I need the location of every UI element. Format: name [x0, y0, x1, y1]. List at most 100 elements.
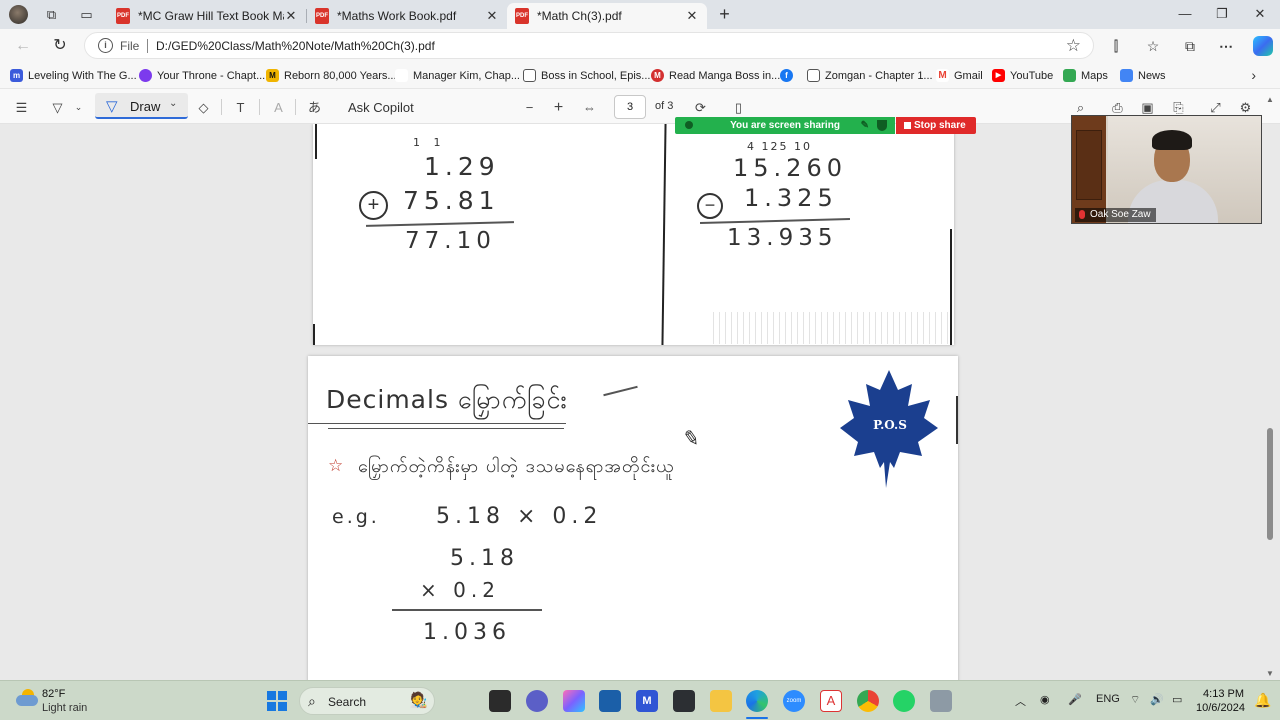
- favorite-item[interactable]: ▶ YouTube: [992, 68, 1053, 83]
- pin-icon[interactable]: ✎: [861, 117, 869, 134]
- favorite-item[interactable]: m Leveling With The G...: [10, 68, 137, 83]
- zoom-in-icon[interactable]: +: [550, 99, 567, 116]
- favorite-item[interactable]: Boss in School, Epis...: [523, 68, 650, 83]
- tab-math-ch3[interactable]: PDF *Math Ch(3).pdf ✕: [507, 3, 707, 29]
- favorite-item[interactable]: Zomgan - Chapter 1...: [807, 68, 933, 83]
- info-icon[interactable]: i: [98, 38, 113, 53]
- work-top: 5.18: [450, 546, 519, 571]
- favorite-item[interactable]: Manager Kim, Chap...: [395, 68, 520, 83]
- task-view-icon[interactable]: [489, 690, 511, 712]
- notification-bell-icon[interactable]: 🔔: [1254, 692, 1271, 709]
- red-m-icon: M: [651, 69, 664, 82]
- profile-avatar[interactable]: [9, 5, 28, 24]
- teams-icon[interactable]: [526, 690, 548, 712]
- favorite-star-icon[interactable]: ☆: [1066, 36, 1081, 56]
- close-icon[interactable]: ✕: [485, 8, 499, 24]
- translate-icon[interactable]: あ: [306, 99, 323, 116]
- scroll-down-icon[interactable]: ▼: [1266, 669, 1274, 678]
- page-number-input[interactable]: 3: [614, 95, 646, 119]
- fullscreen-icon[interactable]: ⤢: [1207, 99, 1224, 116]
- volume-icon[interactable]: 🔊: [1150, 693, 1164, 706]
- close-icon[interactable]: ✕: [284, 8, 298, 24]
- stop-share-button[interactable]: Stop share: [896, 117, 976, 134]
- app-icon[interactable]: [930, 690, 952, 712]
- address-bar[interactable]: i File D:/GED%20Class/Math%20Note/Math%2…: [84, 32, 1094, 59]
- print-icon[interactable]: ⎙: [1109, 99, 1126, 116]
- battery-icon[interactable]: ▭: [1172, 693, 1182, 706]
- zoom-out-icon[interactable]: −: [521, 99, 538, 116]
- tab-actions-icon[interactable]: ▭: [78, 6, 95, 23]
- chevron-down-icon[interactable]: ⌄: [70, 99, 87, 116]
- tray-overflow-icon[interactable]: ︿: [1015, 693, 1026, 709]
- minuend: 15.260: [733, 154, 847, 182]
- new-tab-icon[interactable]: +: [716, 5, 733, 23]
- read-aloud-icon[interactable]: A: [270, 99, 287, 116]
- favorite-item[interactable]: Your Throne - Chapt...: [139, 68, 265, 83]
- chevron-down-icon[interactable]: ⌄: [169, 98, 177, 109]
- acrobat-icon[interactable]: A: [820, 690, 842, 712]
- tab-label: *Maths Work Book.pdf: [337, 9, 457, 23]
- restore-icon[interactable]: ❐: [1207, 5, 1237, 23]
- vertical-scrollbar[interactable]: ▲ ▼: [1264, 92, 1276, 680]
- text-box-icon[interactable]: T: [232, 99, 249, 116]
- back-icon[interactable]: ←: [13, 36, 33, 56]
- start-windows-icon[interactable]: [267, 691, 287, 711]
- highlight-icon[interactable]: ▽: [49, 99, 66, 116]
- tab-maths-work-book[interactable]: PDF *Maths Work Book.pdf ✕: [307, 3, 507, 29]
- app-icon[interactable]: M: [636, 690, 658, 712]
- copilot-icon[interactable]: [1253, 36, 1273, 56]
- favorite-item[interactable]: M Reborn 80,000 Years...: [266, 68, 397, 83]
- close-icon[interactable]: ✕: [685, 8, 699, 24]
- rotate-icon[interactable]: ⟳: [692, 99, 709, 116]
- wifi-icon[interactable]: ⌔: [1130, 693, 1140, 707]
- page-view-icon[interactable]: ▯: [730, 99, 747, 116]
- more-options-icon[interactable]: ⋯: [1216, 36, 1236, 56]
- favorite-item[interactable]: M Gmail: [936, 68, 983, 83]
- favorite-item[interactable]: Maps: [1063, 68, 1108, 83]
- work-bottom: × 0.2: [420, 578, 500, 602]
- participant-video[interactable]: Oak Soe Zaw: [1071, 115, 1262, 224]
- whatsapp-icon[interactable]: [893, 690, 915, 712]
- search-icon[interactable]: ⌕: [1072, 99, 1089, 116]
- taskbar-search[interactable]: ⌕ Search 🧑‍🎨: [299, 687, 435, 715]
- scroll-up-icon[interactable]: ▲: [1266, 95, 1274, 104]
- chevron-right-icon[interactable]: ›: [1251, 67, 1256, 83]
- pen-icon: ▽: [106, 98, 118, 115]
- favorite-item[interactable]: News: [1120, 68, 1166, 83]
- window-close-icon[interactable]: ✕: [1245, 5, 1275, 23]
- favorite-item[interactable]: M Read Manga Boss in...: [651, 68, 780, 83]
- tab-mcgraw-hill[interactable]: PDF *MC Graw Hill Text Book Math.pd ✕: [108, 3, 306, 29]
- store-icon[interactable]: [599, 690, 621, 712]
- scroll-thumb[interactable]: [1267, 428, 1273, 540]
- microphone-icon[interactable]: 🎤: [1068, 693, 1082, 706]
- minimize-icon[interactable]: —: [1170, 5, 1200, 23]
- border-line: [956, 396, 958, 444]
- security-icon[interactable]: ◉: [1040, 693, 1050, 706]
- url-text[interactable]: D:/GED%20Class/Math%20Note/Math%20Ch(3).…: [156, 39, 435, 53]
- language-indicator[interactable]: ENG: [1096, 693, 1120, 705]
- save-icon[interactable]: ▣: [1139, 99, 1156, 116]
- ask-copilot-button[interactable]: Ask Copilot: [348, 100, 414, 115]
- settings-gear-icon[interactable]: ⚙: [1237, 99, 1254, 116]
- ink-stroke: [603, 385, 638, 397]
- app-cube-icon[interactable]: [673, 690, 695, 712]
- contents-icon[interactable]: ☰: [13, 99, 30, 116]
- favorites-icon[interactable]: ☆: [1143, 36, 1163, 56]
- chrome-icon[interactable]: [857, 690, 879, 712]
- tab-label: *Math Ch(3).pdf: [537, 9, 622, 23]
- split-screen-icon[interactable]: ⫿: [1106, 36, 1126, 56]
- fit-page-icon[interactable]: ⇔: [581, 99, 598, 116]
- refresh-icon[interactable]: ↻: [50, 36, 70, 56]
- edge-icon[interactable]: [746, 690, 768, 712]
- draw-button[interactable]: ▽ Draw ⌄: [95, 93, 188, 119]
- screen-sharing-banner[interactable]: You are screen sharing ✎: [675, 117, 895, 134]
- file-explorer-icon[interactable]: [710, 690, 732, 712]
- zoom-icon[interactable]: zoom: [783, 690, 805, 712]
- system-clock[interactable]: 4:13 PM 10/6/2024: [1196, 687, 1245, 715]
- favorite-item[interactable]: f: [780, 68, 798, 83]
- copilot-app-icon[interactable]: [563, 690, 585, 712]
- eraser-icon[interactable]: ◇: [195, 99, 212, 116]
- workspaces-icon[interactable]: ⧉: [43, 6, 60, 23]
- collections-icon[interactable]: ⧉: [1180, 36, 1200, 56]
- save-as-icon[interactable]: ⎘: [1170, 99, 1187, 116]
